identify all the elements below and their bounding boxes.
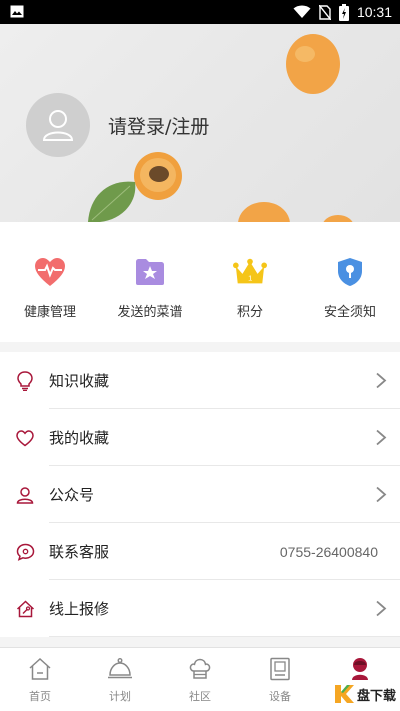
tab-home[interactable]: 首页 <box>0 648 80 711</box>
status-icons: 10:31 <box>293 3 392 21</box>
image-icon <box>10 5 24 18</box>
user-placeholder-icon <box>42 110 74 141</box>
shortcut-health[interactable]: 健康管理 <box>0 222 100 342</box>
chevron-right-icon <box>376 486 387 503</box>
cloche-icon <box>107 656 133 682</box>
avatar[interactable] <box>26 93 90 157</box>
svg-text:1: 1 <box>248 274 252 283</box>
shortcut-label: 发送的菜谱 <box>117 305 183 320</box>
k-logo-icon <box>334 685 354 703</box>
support-phone-number[interactable]: 0755-26400840 <box>280 544 378 560</box>
profile-active-icon <box>347 656 373 682</box>
profile-screen: 10:31 请登录/注册 健康管理 发送的菜谱 1 积分 安全须知 知识收藏 我… <box>0 0 400 711</box>
status-bar: 10:31 <box>0 0 400 24</box>
settings-menu: 知识收藏 我的收藏 公众号 联系客服 0755-26400840 线上报修 <box>0 352 400 637</box>
nav-label: 首页 <box>29 690 51 703</box>
menu-item-official-account[interactable]: 公众号 <box>0 466 400 523</box>
shortcut-label: 安全须知 <box>323 305 376 320</box>
chef-hat-icon <box>187 656 213 682</box>
no-sim-icon <box>318 4 331 20</box>
menu-item-knowledge-favorites[interactable]: 知识收藏 <box>0 352 400 409</box>
tab-community[interactable]: 社区 <box>160 648 240 711</box>
profile-header: 请登录/注册 <box>0 24 400 222</box>
shortcut-row: 健康管理 发送的菜谱 1 积分 安全须知 <box>0 222 400 342</box>
wifi-icon <box>293 5 311 18</box>
divider <box>49 636 400 637</box>
shortcut-sent-recipes[interactable]: 发送的菜谱 <box>100 222 200 342</box>
crown-icon: 1 <box>233 255 267 289</box>
menu-item-label: 公众号 <box>49 486 95 504</box>
menu-item-contact-support[interactable]: 联系客服 0755-26400840 <box>0 523 400 580</box>
shortcut-label: 积分 <box>236 305 263 320</box>
clock: 10:31 <box>356 4 392 20</box>
folder-star-icon <box>133 255 167 289</box>
chat-bubble-icon <box>15 542 35 562</box>
menu-item-label: 我的收藏 <box>49 429 110 447</box>
chevron-right-icon <box>376 372 387 389</box>
watermark-logo: 盘下载 <box>333 683 396 705</box>
menu-item-label: 知识收藏 <box>49 372 110 390</box>
tab-device[interactable]: 设备 <box>240 648 320 711</box>
chevron-right-icon <box>376 600 387 617</box>
shortcut-label: 健康管理 <box>23 305 76 320</box>
menu-item-label: 线上报修 <box>49 600 110 618</box>
lightbulb-icon <box>15 371 35 391</box>
login-register-link[interactable]: 请登录/注册 <box>108 112 209 139</box>
heart-pulse-icon <box>33 255 67 289</box>
tab-plan[interactable]: 计划 <box>80 648 160 711</box>
person-icon <box>15 485 35 505</box>
battery-charging-icon <box>338 3 349 21</box>
heart-outline-icon <box>15 428 35 448</box>
device-icon <box>267 656 293 682</box>
watermark-text: 盘下载 <box>356 688 396 704</box>
chevron-right-icon <box>376 429 387 446</box>
home-wrench-icon <box>15 599 35 619</box>
nav-label: 设备 <box>269 690 291 703</box>
home-icon <box>27 656 53 682</box>
shortcut-points[interactable]: 1 积分 <box>200 222 300 342</box>
shortcut-safety[interactable]: 安全须知 <box>300 222 400 342</box>
menu-item-online-repair[interactable]: 线上报修 <box>0 580 400 637</box>
nav-label: 计划 <box>109 690 131 703</box>
menu-item-label: 联系客服 <box>49 543 110 561</box>
nav-label: 社区 <box>189 690 211 703</box>
menu-item-my-favorites[interactable]: 我的收藏 <box>0 409 400 466</box>
shield-icon <box>333 255 367 289</box>
